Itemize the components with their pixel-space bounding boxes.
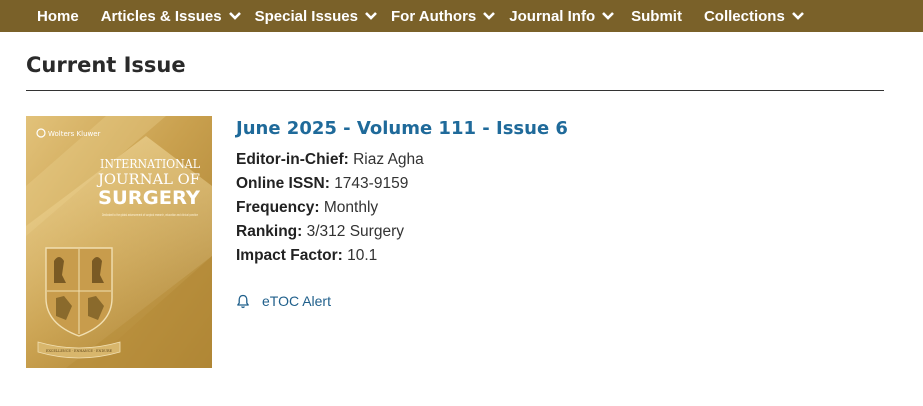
issn-value: 1743-9159 <box>334 175 409 192</box>
nav-submit[interactable]: Submit <box>631 0 682 32</box>
cover-journal-line2: JOURNAL OF <box>96 172 200 188</box>
cover-motto: EXCELLENCE · ENHANCE · ENDURE <box>46 348 112 353</box>
nav-collections[interactable]: Collections <box>704 0 805 32</box>
nav-journal-info[interactable]: Journal Info <box>509 0 615 32</box>
journal-cover-image[interactable]: Wolters Kluwer INTERNATIONAL JOURNAL OF … <box>26 116 212 368</box>
ranking-value: 3/312 Surgery <box>306 223 404 240</box>
nav-articles-issues-label: Articles & Issues <box>100 7 222 25</box>
chevron-down-icon <box>228 12 241 20</box>
editor-label: Editor-in-Chief: <box>236 151 349 168</box>
frequency-label: Frequency: <box>236 199 320 216</box>
frequency-value: Monthly <box>323 199 379 216</box>
nav-submit-label: Submit <box>631 7 682 25</box>
nav-home[interactable]: Home <box>37 0 79 32</box>
frequency-row: Frequency: Monthly <box>236 199 378 217</box>
nav-home-label: Home <box>37 7 79 25</box>
nav-for-authors[interactable]: For Authors <box>391 0 496 32</box>
issue-info: June 2025 - Volume 111 - Issue 6 Editor-… <box>236 118 568 309</box>
etoc-alert-link[interactable]: eTOC Alert <box>236 293 331 309</box>
cover-publisher: Wolters Kluwer <box>48 130 101 138</box>
bell-icon <box>237 294 249 308</box>
nav-journal-info-label: Journal Info <box>509 7 596 25</box>
nav-collections-label: Collections <box>703 7 785 25</box>
etoc-alert-label: eTOC Alert <box>262 293 331 309</box>
impact-factor-label: Impact Factor: <box>236 247 343 264</box>
issue-title-link[interactable]: June 2025 - Volume 111 - Issue 6 <box>236 118 568 139</box>
editor-value: Riaz Agha <box>353 151 424 168</box>
impact-factor-row: Impact Factor: 10.1 <box>236 247 377 265</box>
cover-artwork: Wolters Kluwer INTERNATIONAL JOURNAL OF … <box>26 116 212 368</box>
title-divider <box>26 90 884 91</box>
chevron-down-icon <box>483 12 496 20</box>
chevron-down-icon <box>791 12 804 20</box>
nav-special-issues-label: Special Issues <box>254 7 358 25</box>
impact-factor-value: 10.1 <box>347 247 378 264</box>
issn-row: Online ISSN: 1743-9159 <box>236 175 408 193</box>
editor-row: Editor-in-Chief: Riaz Agha <box>236 151 424 169</box>
chevron-down-icon <box>602 12 615 20</box>
cover-tagline: Dedicated to the global advancement of s… <box>102 213 198 217</box>
ranking-label: Ranking: <box>236 223 303 240</box>
nav-articles-issues[interactable]: Articles & Issues <box>101 0 242 32</box>
top-navigation: Home Articles & Issues Special Issues Fo… <box>0 0 923 32</box>
ranking-row: Ranking: 3/312 Surgery <box>236 223 404 241</box>
page-title: Current Issue <box>26 53 186 77</box>
nav-for-authors-label: For Authors <box>391 7 477 25</box>
nav-special-issues[interactable]: Special Issues <box>255 0 378 32</box>
issn-label: Online ISSN: <box>236 175 330 192</box>
chevron-down-icon <box>365 12 377 20</box>
cover-journal-line3: SURGERY <box>98 187 200 209</box>
cover-journal-line1: INTERNATIONAL <box>100 157 200 171</box>
